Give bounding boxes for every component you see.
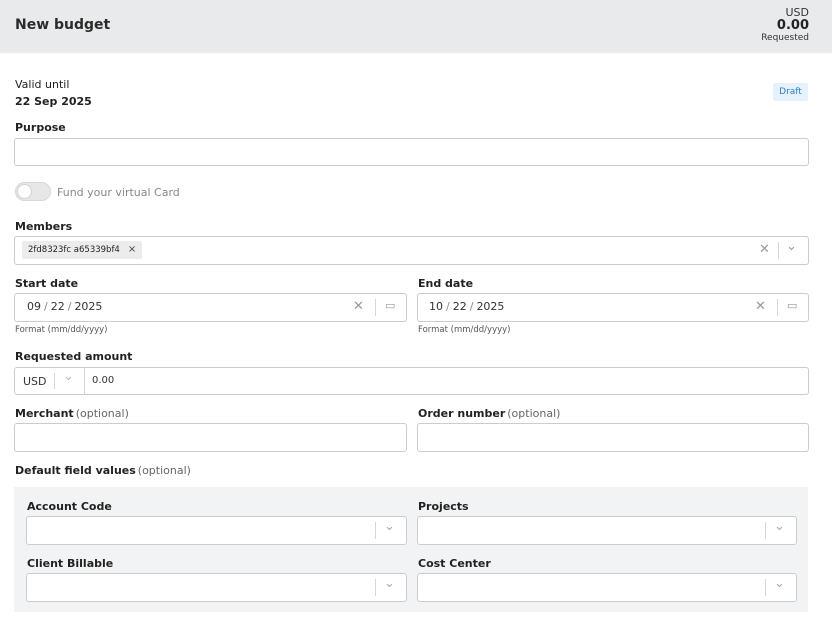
valid-until-label: Valid until	[15, 78, 70, 91]
calendar-icon[interactable]: ▭	[787, 300, 797, 311]
date-separator: /	[44, 300, 48, 313]
merchant-optional: (optional)	[75, 407, 129, 420]
amount-input[interactable]: 0.00	[92, 375, 114, 386]
date-separator: /	[469, 300, 474, 313]
order-number-optional: (optional)	[507, 407, 561, 420]
divider	[765, 579, 766, 596]
valid-until-date: 22 Sep 2025	[15, 95, 92, 108]
status-badge: Draft	[773, 83, 808, 101]
order-number-label: Order number (optional)	[418, 407, 560, 420]
cost-center-label: Cost Center	[418, 557, 491, 570]
divider	[375, 579, 376, 596]
member-chip: 2fd8323fc a65339bf4 ×	[22, 241, 143, 259]
end-month[interactable]: 10	[429, 300, 443, 313]
end-date-hint: Format (mm/dd/yyyy)	[418, 325, 511, 335]
date-separator: /	[67, 300, 72, 313]
purpose-input[interactable]	[14, 138, 809, 166]
start-date-value: 09/22/2025	[27, 300, 102, 313]
divider	[54, 373, 55, 389]
divider	[778, 242, 779, 259]
end-date-value: 10/22/2025	[429, 300, 504, 313]
merchant-label-text: Merchant	[15, 407, 74, 420]
chevron-down-icon[interactable]: ⌄	[63, 370, 74, 383]
divider	[777, 299, 778, 316]
divider	[84, 368, 85, 394]
total-label: Requested	[761, 33, 809, 43]
merchant-input[interactable]	[14, 423, 407, 452]
divider	[375, 522, 376, 539]
end-day[interactable]: 22	[453, 300, 467, 313]
account-code-label: Account Code	[27, 500, 112, 513]
default-values-label-text: Default field values	[15, 464, 136, 477]
start-year[interactable]: 2025	[74, 300, 102, 313]
chevron-down-icon[interactable]: ⌄	[786, 240, 797, 253]
start-day[interactable]: 22	[51, 300, 65, 313]
calendar-icon[interactable]: ▭	[385, 300, 395, 311]
clear-icon[interactable]: ✕	[353, 300, 364, 313]
end-date-label: End date	[418, 277, 474, 290]
merchant-label: Merchant (optional)	[15, 407, 129, 420]
divider	[765, 522, 766, 539]
date-separator: /	[446, 300, 450, 313]
divider	[375, 299, 376, 316]
currency-select-value[interactable]: USD	[23, 375, 47, 388]
members-label: Members	[15, 220, 73, 233]
purpose-label: Purpose	[15, 121, 66, 134]
toggle-knob	[17, 184, 32, 199]
clear-icon[interactable]: ✕	[755, 300, 766, 313]
page-header: New budget USD 0.00 Requested	[0, 0, 832, 53]
member-chip-label: 2fd8323fc a65339bf4	[28, 245, 120, 255]
default-values-optional: (optional)	[137, 464, 191, 477]
chevron-down-icon[interactable]: ⌄	[384, 520, 395, 533]
total-amount: 0.00	[776, 18, 809, 33]
account-code-select[interactable]	[26, 516, 407, 545]
default-values-label: Default field values (optional)	[15, 464, 191, 477]
requested-total: USD 0.00 Requested	[761, 6, 809, 45]
requested-amount-label: Requested amount	[15, 350, 133, 363]
start-date-hint: Format (mm/dd/yyyy)	[15, 325, 108, 335]
client-billable-label: Client Billable	[27, 557, 114, 570]
fund-virtual-card-label: Fund your virtual Card	[57, 186, 180, 199]
start-date-label: Start date	[15, 277, 79, 290]
order-number-input[interactable]	[417, 423, 809, 452]
projects-select[interactable]	[417, 516, 797, 545]
client-billable-select[interactable]	[26, 573, 407, 602]
end-year[interactable]: 2025	[476, 300, 504, 313]
order-number-label-text: Order number	[418, 407, 506, 420]
chevron-down-icon[interactable]: ⌄	[774, 577, 785, 590]
projects-label: Projects	[418, 500, 469, 513]
chevron-down-icon[interactable]: ⌄	[384, 577, 395, 590]
cost-center-select[interactable]	[417, 573, 797, 602]
fund-virtual-card-toggle[interactable]	[15, 182, 51, 201]
page-title: New budget	[15, 17, 111, 33]
clear-icon[interactable]: ✕	[759, 243, 770, 256]
requested-amount-field	[14, 367, 809, 395]
remove-chip-icon[interactable]: ×	[128, 244, 136, 255]
chevron-down-icon[interactable]: ⌄	[774, 520, 785, 533]
start-month[interactable]: 09	[27, 300, 41, 313]
